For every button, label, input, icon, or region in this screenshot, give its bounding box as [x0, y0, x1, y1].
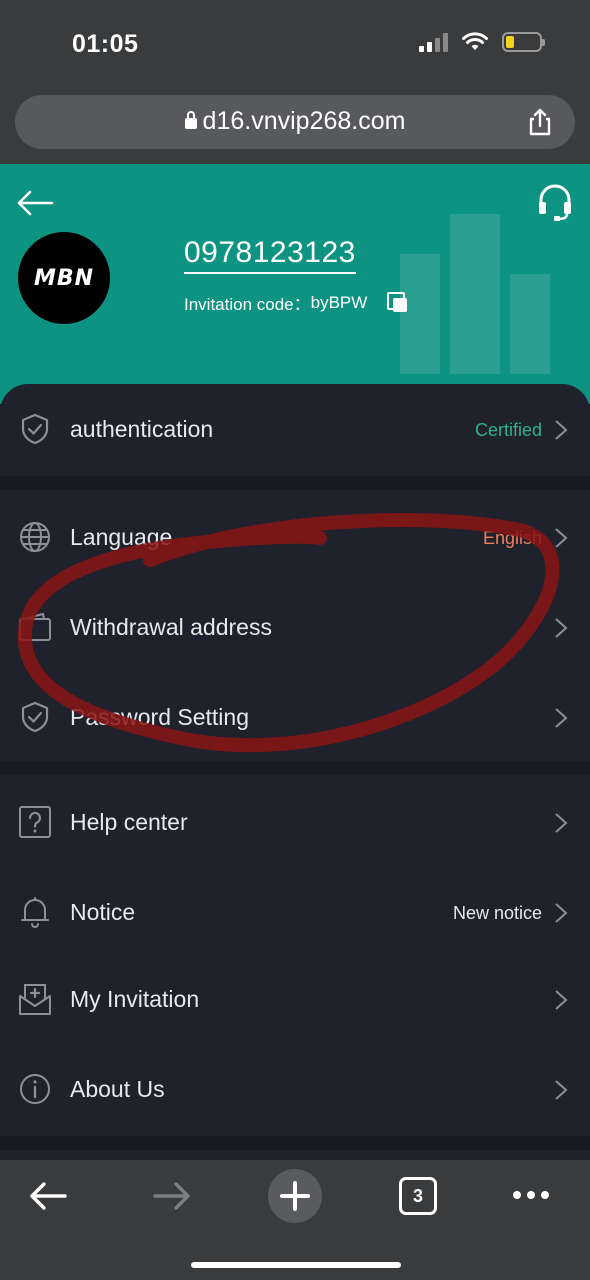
about-us-label: About Us: [70, 1076, 165, 1102]
chevron-right-icon: [555, 618, 568, 638]
section-divider: [0, 476, 590, 490]
notice-value: New notice: [452, 903, 542, 923]
address-bar[interactable]: d16.vnvip268.com: [15, 95, 575, 149]
url-text: d16.vnvip268.com: [202, 107, 406, 135]
status-icons: [419, 32, 545, 52]
chevron-right-icon: [555, 1080, 568, 1100]
authentication-label: authentication: [70, 416, 214, 442]
back-arrow-icon[interactable]: [16, 188, 54, 218]
menu-item-language[interactable]: Language English: [0, 492, 590, 582]
browser-back-icon[interactable]: [28, 1180, 68, 1212]
share-icon[interactable]: [525, 107, 555, 137]
url-display[interactable]: d16.vnvip268.com: [15, 107, 575, 136]
headset-icon[interactable]: [536, 182, 574, 222]
language-label: Language: [70, 524, 173, 550]
browser-forward-icon[interactable]: [152, 1180, 192, 1212]
profile-header: MBN 0978123123 Invitation code： byBPW: [0, 164, 590, 404]
globe-icon: [20, 522, 50, 552]
help-center-label: Help center: [70, 809, 188, 835]
notice-label: Notice: [70, 899, 136, 925]
certified-status: Certified: [474, 420, 542, 440]
home-indicator: [191, 1262, 401, 1268]
menu-item-about-us[interactable]: About Us: [0, 1044, 590, 1134]
cellular-signal-icon: [419, 32, 448, 52]
chevron-right-icon: [555, 813, 568, 833]
wifi-icon: [462, 32, 488, 50]
menu-item-notice[interactable]: Notice New notice: [0, 867, 590, 957]
section-divider: [0, 761, 590, 775]
settings-menu: authentication Certified Language Englis…: [0, 384, 590, 1164]
new-tab-plus-icon[interactable]: [267, 1168, 323, 1224]
chevron-right-icon: [555, 708, 568, 728]
chevron-right-icon: [555, 420, 568, 440]
browser-toolbar: 3: [0, 1160, 590, 1280]
wallet-icon: [19, 612, 51, 641]
shield-check-icon: [21, 701, 49, 733]
bell-icon: [21, 897, 49, 928]
invite-box-icon: [19, 984, 51, 1015]
tabs-count-button[interactable]: 3: [399, 1177, 437, 1215]
withdrawal-address-label: Withdrawal address: [70, 614, 272, 640]
phone-number: 0978123123: [184, 236, 356, 274]
language-value: English: [482, 528, 542, 548]
chevron-right-icon: [555, 528, 568, 548]
question-box-icon: [19, 806, 51, 838]
chevron-right-icon: [555, 903, 568, 923]
menu-item-help-center[interactable]: Help center: [0, 777, 590, 867]
status-time: 01:05: [72, 30, 139, 58]
menu-item-withdrawal-address[interactable]: Withdrawal address: [0, 582, 590, 672]
copy-icon[interactable]: [387, 291, 409, 314]
my-invitation-label: My Invitation: [70, 986, 200, 1012]
invitation-code: byBPW: [310, 292, 368, 312]
menu-item-password-setting[interactable]: Password Setting: [0, 672, 590, 762]
ios-top-bar: 01:05 d16.vnvip268.com: [0, 0, 590, 164]
chevron-right-icon: [555, 990, 568, 1010]
lock-icon: [184, 111, 197, 129]
more-options-icon[interactable]: [512, 1188, 550, 1202]
section-divider: [0, 1136, 590, 1150]
building-decoration: [400, 214, 550, 374]
menu-item-my-invitation[interactable]: My Invitation: [0, 954, 590, 1044]
invitation-code-row: Invitation code： byBPW: [184, 290, 409, 315]
password-setting-label: Password Setting: [70, 704, 249, 730]
avatar: MBN: [18, 232, 110, 324]
invitation-label: Invitation code：: [184, 295, 311, 314]
info-circle-icon: [20, 1074, 50, 1104]
shield-check-icon: [21, 413, 49, 445]
menu-item-authentication[interactable]: authentication Certified: [0, 384, 590, 474]
battery-icon: [502, 32, 545, 52]
